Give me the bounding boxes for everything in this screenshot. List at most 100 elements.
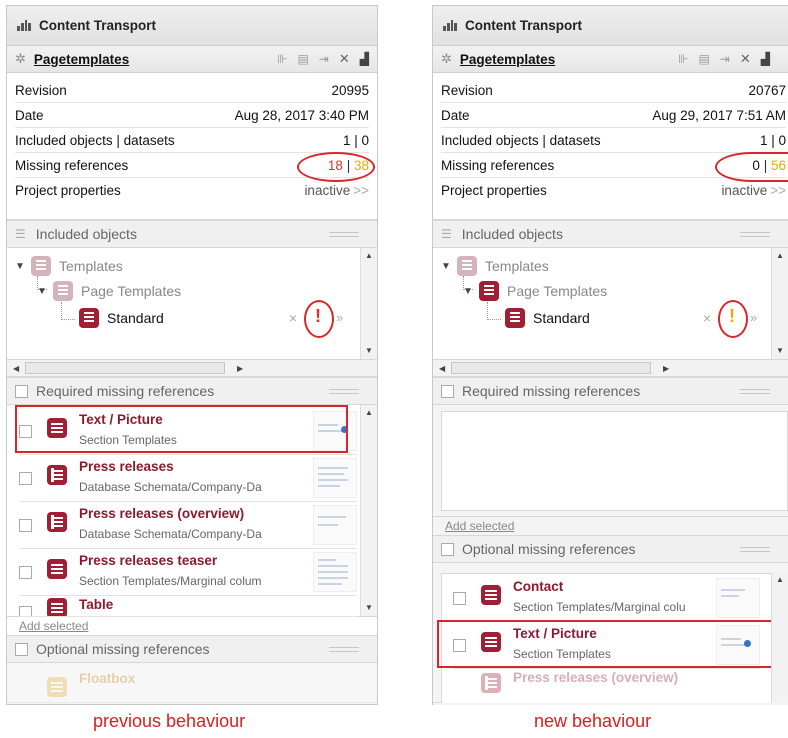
list-item[interactable]: Press releases (overview) (453, 669, 760, 695)
database-schema-icon (481, 673, 501, 693)
scroll-up-icon: ▲ (365, 408, 373, 417)
tree-node-page-templates[interactable]: ▼ Page Templates (463, 281, 607, 301)
list-icon[interactable]: ▤ (698, 52, 709, 66)
section-required-missing-references[interactable]: Required missing references (7, 377, 377, 405)
transport-icon[interactable]: ▟ (761, 52, 770, 66)
included-objects-tree: ▼ Templates ▼ Page Templates Standard × ! … (7, 248, 377, 360)
list-icon[interactable]: ▤ (297, 52, 308, 66)
expand-chevron-icon[interactable]: » (750, 310, 757, 325)
list-vertical-scrollbar[interactable]: ▲ (771, 573, 788, 703)
item-checkbox[interactable] (19, 606, 32, 616)
item-checkbox[interactable] (453, 592, 466, 605)
toolbar: ✲ Pagetemplates ⊪ ▤ ⇥ ✕ ▟ (433, 46, 788, 73)
remove-icon[interactable]: × (289, 310, 297, 326)
section-optional-missing-references[interactable]: Optional missing references (7, 635, 377, 663)
scroll-up-icon: ▲ (776, 251, 784, 260)
item-checkbox[interactable] (19, 566, 32, 579)
scroll-left-icon: ◀ (13, 364, 20, 373)
toolbar: ✲ Pagetemplates ⊪ ▤ ⇥ ✕ ▟ (7, 46, 377, 73)
tree-node-standard[interactable]: Standard (505, 308, 590, 328)
expand-chevron-icon[interactable]: >> (353, 183, 369, 198)
tree-horizontal-scrollbar[interactable]: ◀ ▶ (7, 360, 377, 377)
list-item[interactable]: Floatbox (19, 667, 357, 704)
required-references-list: Text / Picture Section Templates Press r… (7, 405, 377, 617)
gear-icon[interactable]: ✲ (441, 51, 452, 67)
highlight-rectangle (15, 405, 348, 453)
expand-chevron-icon[interactable]: >> (770, 183, 786, 198)
toolbar-title-link[interactable]: Pagetemplates (460, 52, 555, 67)
resize-grip[interactable] (740, 231, 770, 237)
list-item[interactable]: Press releases teaser Section Templates/… (19, 549, 357, 596)
highlight-ring (715, 152, 788, 182)
section-checkbox[interactable] (441, 384, 454, 398)
window-title-bar: Content Transport (7, 6, 377, 46)
resize-grip[interactable] (740, 546, 770, 552)
list-vertical-scrollbar[interactable]: ▲ ▼ (360, 405, 377, 616)
scroll-up-icon: ▲ (776, 575, 784, 584)
item-checkbox[interactable] (19, 519, 32, 532)
prop-project-properties: Project properties inactive >> (441, 183, 786, 198)
window-title: Content Transport (465, 18, 582, 33)
tree-node-templates[interactable]: ▼ Templates (441, 256, 549, 276)
section-template-icon (47, 598, 67, 616)
tree-vertical-scrollbar[interactable]: ▲ ▼ (771, 248, 788, 359)
required-references-list (433, 405, 788, 517)
optional-references-list: Contact Section Templates/Marginal colu … (433, 563, 788, 703)
template-folder-icon (457, 256, 477, 276)
scroll-right-icon: ▶ (237, 364, 244, 373)
window-title: Content Transport (39, 18, 156, 33)
add-selected-link[interactable]: Add selected (7, 617, 377, 635)
import-tree-icon[interactable]: ⊪ (678, 52, 688, 66)
scroll-down-icon: ▼ (365, 346, 373, 355)
tree-vertical-scrollbar[interactable]: ▲ ▼ (360, 248, 377, 359)
section-included-objects[interactable]: ☰ Included objects (433, 220, 788, 248)
gear-icon[interactable]: ✲ (15, 51, 26, 67)
export-icon[interactable]: ⇥ (720, 52, 730, 66)
database-schema-icon (47, 465, 67, 485)
resize-grip[interactable] (329, 231, 359, 237)
prop-revision: Revision 20995 (15, 78, 369, 103)
collapse-triangle-icon[interactable]: ▼ (15, 261, 25, 272)
section-required-missing-references[interactable]: Required missing references (433, 377, 788, 405)
section-checkbox[interactable] (441, 542, 454, 556)
tree-node-templates[interactable]: ▼ Templates (15, 256, 123, 276)
resize-grip[interactable] (329, 646, 359, 652)
section-checkbox[interactable] (15, 384, 28, 398)
import-tree-icon[interactable]: ⊪ (277, 52, 287, 66)
page-template-folder-icon (479, 281, 499, 301)
remove-icon[interactable]: × (703, 310, 711, 326)
collapse-triangle-icon[interactable]: ▼ (463, 286, 473, 297)
section-optional-missing-references[interactable]: Optional missing references (433, 535, 788, 563)
prop-revision: Revision 20767 (441, 78, 786, 103)
preview-thumbnail (313, 505, 357, 545)
collapse-triangle-icon[interactable]: ▼ (37, 286, 47, 297)
content-transport-panel-previous: Content Transport ✲ Pagetemplates ⊪ ▤ ⇥ … (6, 5, 378, 705)
transport-icon[interactable]: ▟ (360, 52, 369, 66)
close-icon[interactable]: ✕ (339, 51, 350, 67)
close-icon[interactable]: ✕ (740, 51, 751, 67)
section-included-objects[interactable]: ☰ Included objects (7, 220, 377, 248)
list-item[interactable]: Press releases (overview) Database Schem… (19, 502, 357, 549)
toolbar-title-link[interactable]: Pagetemplates (34, 52, 129, 67)
item-checkbox[interactable] (19, 472, 32, 485)
preview-thumbnail (313, 458, 357, 498)
database-schema-icon (47, 512, 67, 532)
expand-chevron-icon[interactable]: » (336, 310, 343, 325)
add-selected-link[interactable]: Add selected (433, 517, 788, 535)
preview-thumbnail (313, 552, 357, 592)
collapse-triangle-icon[interactable]: ▼ (441, 261, 451, 272)
prop-project-properties: Project properties inactive >> (15, 183, 369, 198)
list-item[interactable]: Contact Section Templates/Marginal colu (453, 575, 760, 622)
tree-node-page-templates[interactable]: ▼ Page Templates (37, 281, 181, 301)
resize-grip[interactable] (740, 388, 770, 394)
highlight-ring (718, 300, 748, 338)
resize-grip[interactable] (329, 388, 359, 394)
scroll-down-icon: ▼ (776, 346, 784, 355)
tree-node-standard[interactable]: Standard (79, 308, 164, 328)
list-item[interactable]: Press releases Database Schemata/Company… (19, 455, 357, 502)
section-checkbox[interactable] (15, 642, 28, 656)
list-item[interactable]: Table (19, 596, 357, 617)
caption-new-behaviour: new behaviour (534, 711, 652, 731)
tree-horizontal-scrollbar[interactable]: ◀ ▶ (433, 360, 788, 377)
export-icon[interactable]: ⇥ (319, 52, 329, 66)
